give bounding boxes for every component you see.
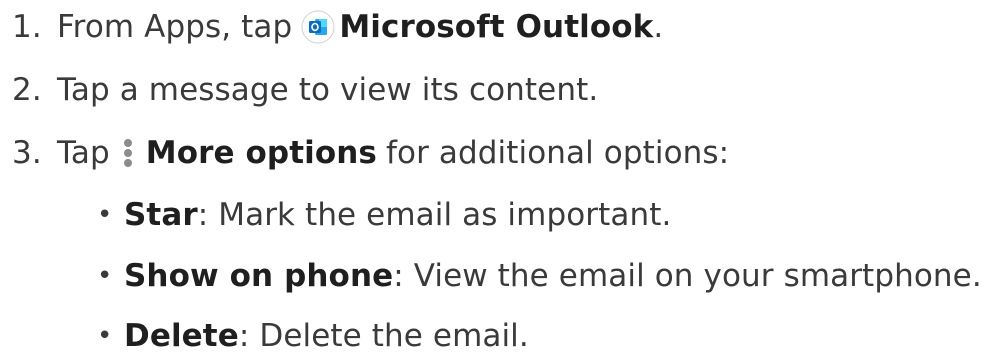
outlook-app-icon	[301, 10, 335, 44]
step-prefix: From Apps, tap	[57, 9, 293, 45]
option-name: Delete	[124, 318, 239, 354]
option-text: Star : Mark the email as important.	[124, 195, 671, 235]
step-suffix: for additional options:	[385, 135, 730, 171]
option-name: Star	[124, 197, 198, 233]
app-name: Microsoft Outlook	[339, 9, 654, 45]
step-text: Tap a message to view its content.	[57, 72, 599, 108]
bullet: •	[97, 261, 113, 291]
option-text: Delete : Delete the email.	[124, 316, 529, 356]
step-number: 2.	[12, 72, 42, 108]
option-desc: : Delete the email.	[238, 318, 529, 354]
step-prefix: Tap	[57, 135, 110, 171]
option-desc: : View the email on your smartphone.	[393, 258, 982, 294]
bullet: •	[97, 200, 113, 230]
step-text: Tap More options for additional options:	[57, 133, 729, 173]
step-suffix: .	[653, 9, 664, 45]
more-options-icon	[122, 136, 134, 170]
more-options-label: More options	[145, 135, 377, 171]
option-desc: : Mark the email as important.	[197, 197, 672, 233]
step-number: 3.	[12, 135, 42, 171]
step-number: 1.	[12, 9, 42, 45]
bullet: •	[97, 321, 113, 351]
option-name: Show on phone	[124, 258, 394, 294]
option-text: Show on phone : View the email on your s…	[124, 256, 982, 296]
step-text: From Apps, tap Microsoft Outlook .	[57, 7, 663, 47]
